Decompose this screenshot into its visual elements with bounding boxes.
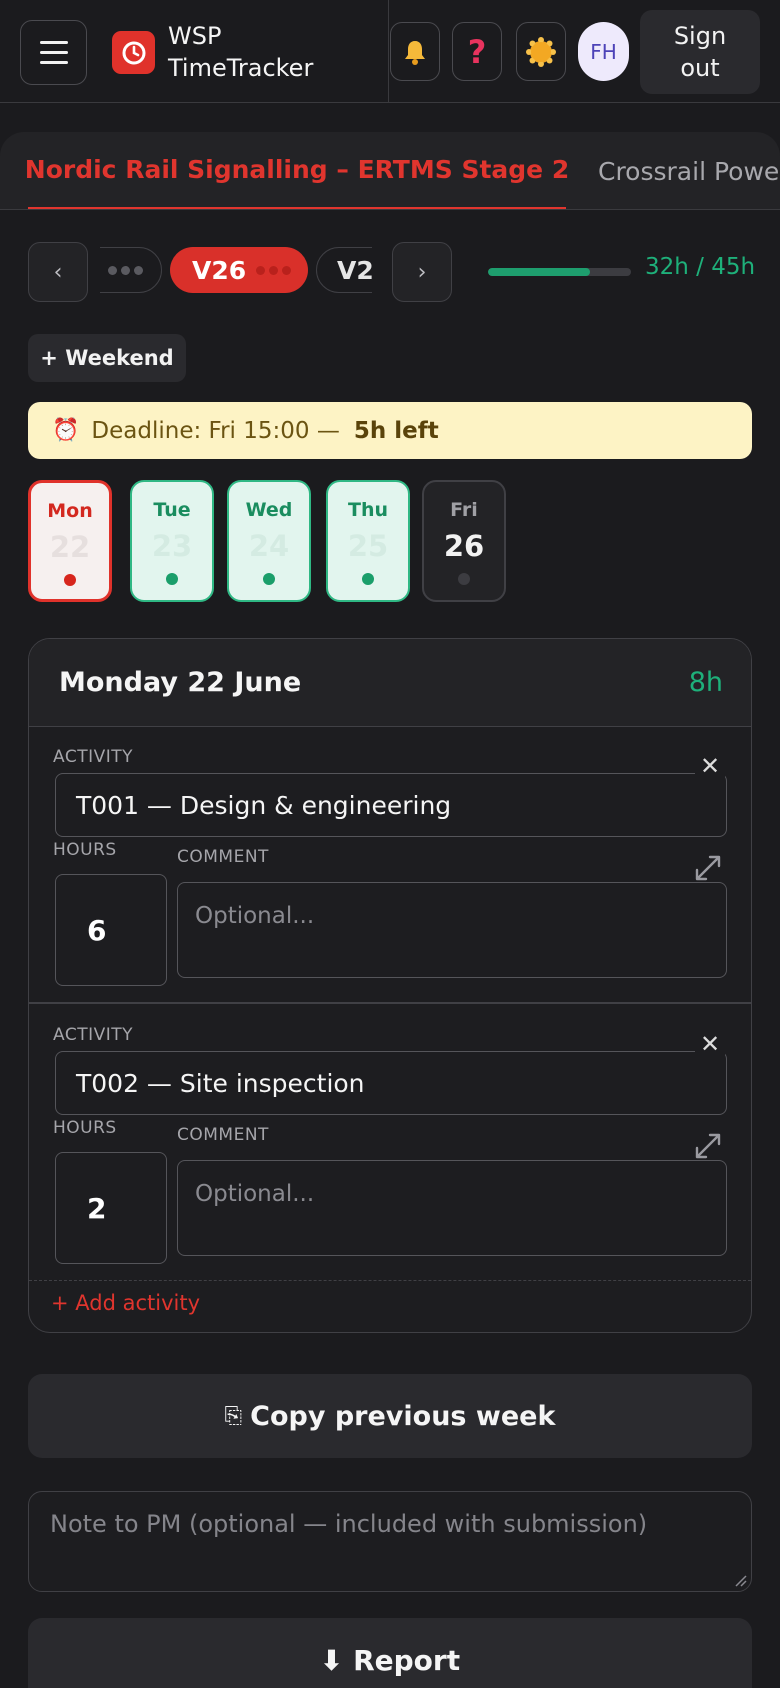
day-fri[interactable]: Fri 26	[422, 480, 506, 602]
copy-icon: ⎘	[224, 1403, 243, 1429]
day-status-dot	[458, 573, 470, 585]
sign-out-button[interactable]: Sign out	[640, 10, 760, 94]
bell-icon	[405, 40, 425, 65]
copy-previous-week-button[interactable]: ⎘ Copy previous week	[28, 1374, 752, 1458]
expand-icon[interactable]	[693, 853, 723, 883]
app-header: WSP TimeTracker ? FH Sign out	[0, 0, 780, 103]
sun-icon	[526, 36, 556, 67]
notifications-button[interactable]	[390, 22, 440, 81]
deadline-remaining: 5h left	[353, 417, 439, 444]
day-status-dot	[166, 573, 178, 585]
day-card-header: Monday 22 June 8h	[29, 639, 751, 727]
add-activity-button[interactable]: + Add activity	[51, 1291, 200, 1315]
user-avatar[interactable]: FH	[578, 22, 629, 81]
add-divider	[29, 1280, 751, 1281]
hours-progress-fill	[488, 268, 590, 276]
entry-divider	[29, 1002, 751, 1004]
day-status-dot	[64, 574, 76, 586]
remove-entry-button[interactable]: ✕	[695, 1029, 725, 1059]
tab-crossrail[interactable]: Crossrail Power	[598, 132, 780, 209]
note-to-pm-input[interactable]: Note to PM (optional — included with sub…	[28, 1491, 752, 1592]
chevron-right-icon: ›	[417, 259, 427, 285]
status-dots	[108, 265, 143, 275]
week-pill-next[interactable]: V27	[316, 247, 372, 293]
question-icon: ?	[467, 32, 487, 71]
chevron-left-icon: ‹	[53, 259, 63, 285]
brand-name: WSP TimeTracker	[168, 22, 314, 82]
time-entry: ACTIVITY T001 — Design & engineering ✕ H…	[29, 729, 751, 1007]
project-tabs: Nordic Rail Signalling – ERTMS Stage 2 C…	[0, 132, 780, 210]
week-pill-current[interactable]: V26	[170, 247, 308, 293]
day-status-dot	[362, 573, 374, 585]
comment-input[interactable]: Optional...	[177, 1160, 727, 1256]
help-button[interactable]: ?	[452, 22, 502, 81]
menu-button[interactable]	[20, 20, 87, 85]
theme-toggle-button[interactable]	[516, 22, 566, 81]
week-selector: V26 V27	[100, 244, 372, 296]
day-tue[interactable]: Tue 23	[130, 480, 214, 602]
hours-progress-bar	[488, 268, 631, 276]
day-wed[interactable]: Wed 24	[227, 480, 311, 602]
hours-logged: 32h / 45h	[645, 254, 756, 280]
close-icon: ✕	[699, 1030, 721, 1058]
deadline-banner: ⏰ Deadline: Fri 15:00 — 5h left	[28, 402, 752, 459]
close-icon: ✕	[699, 752, 721, 780]
time-entry: ACTIVITY T002 — Site inspection ✕ HOURS …	[29, 1007, 751, 1285]
report-button[interactable]: ⬇ Report	[28, 1618, 752, 1688]
activity-select[interactable]: T001 — Design & engineering	[55, 773, 727, 837]
expand-icon[interactable]	[693, 1131, 723, 1161]
activity-select[interactable]: T002 — Site inspection	[55, 1051, 727, 1115]
prev-week-button[interactable]: ‹	[28, 242, 88, 302]
deadline-text: Deadline: Fri 15:00 —	[91, 417, 340, 444]
day-thu[interactable]: Thu 25	[326, 480, 410, 602]
hours-input[interactable]: 6	[55, 874, 167, 986]
stopwatch-icon	[112, 31, 155, 74]
hours-input[interactable]: 2	[55, 1152, 167, 1264]
remove-entry-button[interactable]: ✕	[695, 751, 725, 781]
resize-handle-icon[interactable]	[733, 1573, 747, 1587]
next-week-button[interactable]: ›	[392, 242, 452, 302]
day-card-title: Monday 22 June	[59, 667, 302, 698]
comment-input[interactable]: Optional...	[177, 882, 727, 978]
day-card: Monday 22 June 8h ACTIVITY T001 — Design…	[28, 638, 752, 1333]
tab-nordic-rail[interactable]: Nordic Rail Signalling – ERTMS Stage 2	[25, 132, 569, 209]
day-card-total: 8h	[688, 667, 723, 698]
day-mon[interactable]: Mon 22	[28, 480, 112, 602]
menu-icon	[39, 41, 68, 44]
header-divider	[388, 0, 389, 103]
status-dots	[256, 265, 292, 275]
add-weekend-button[interactable]: + Weekend	[28, 334, 186, 382]
alarm-clock-icon: ⏰	[52, 418, 80, 443]
week-pill-prev[interactable]	[100, 247, 162, 293]
day-status-dot	[263, 573, 275, 585]
